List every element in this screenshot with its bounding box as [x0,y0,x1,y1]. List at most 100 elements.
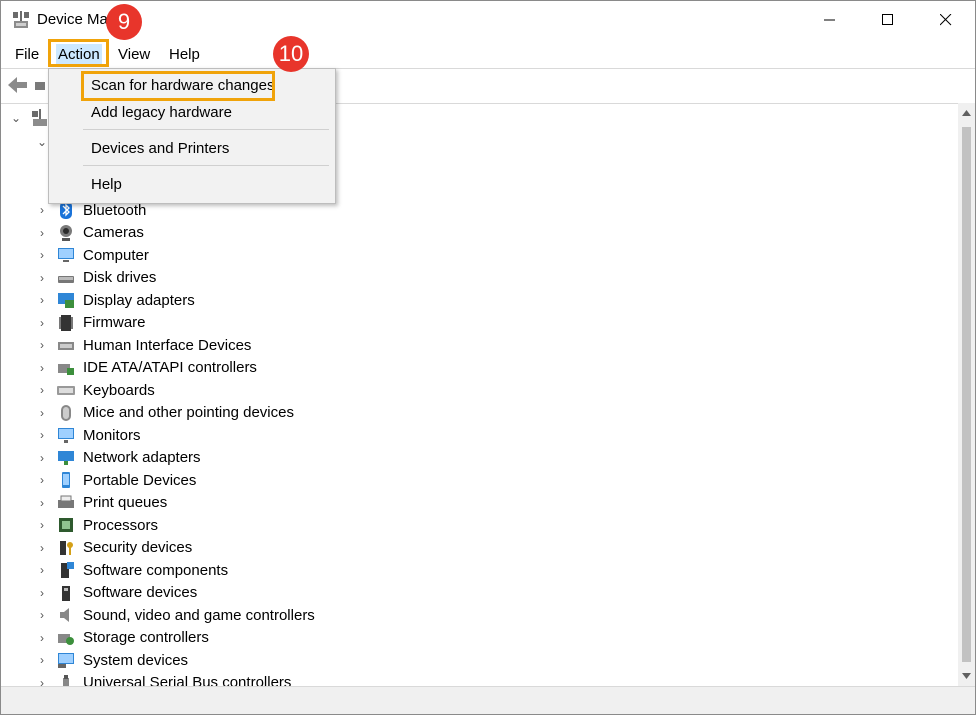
tree-item-ide-ata-atapi-controllers[interactable]: › IDE ATA/ATAPI controllers [37,357,257,379]
software-component-icon [61,562,74,578]
chevron-right-icon[interactable]: › [37,289,47,311]
menu-view[interactable]: View [116,44,152,65]
menu-item-add-legacy-hardware[interactable]: Add legacy hardware [91,101,232,125]
forward-arrow-icon[interactable] [35,82,45,90]
tree-item-monitors[interactable]: › Monitors [37,424,141,446]
tree-item-universal-serial-bus-controllers[interactable]: › Universal Serial Bus controllers [37,672,291,687]
status-bar [1,686,975,714]
tree-item-label: Sound, video and game controllers [83,606,315,624]
chevron-right-icon[interactable]: › [37,334,47,356]
tree-item-label: Software devices [83,584,198,601]
tree-item-label: Keyboards [83,381,155,399]
chevron-right-icon[interactable]: › [37,379,47,401]
tree-item-security-devices[interactable]: › Security devices [37,537,192,559]
security-device-icon [60,540,73,555]
menu-item-devices-printers[interactable]: Devices and Printers [91,137,229,161]
tree-item-label: Monitors [83,426,141,444]
chevron-right-icon[interactable]: › [37,267,47,289]
tree-item-label: Bluetooth [83,201,147,219]
monitor-icon [58,428,74,443]
tree-item-label: Software components [83,561,229,579]
chevron-right-icon[interactable]: › [37,424,47,446]
maximize-button[interactable] [859,1,917,39]
title-bar[interactable]: Device Ma [1,1,975,39]
tree-item-label: Disk drives [83,269,157,286]
menu-help[interactable]: Help [167,44,202,65]
vertical-scrollbar[interactable] [958,103,975,686]
network-adapter-icon [58,450,74,465]
portable-device-icon [62,472,70,488]
speaker-icon [60,608,69,622]
tree-item-software-devices[interactable]: › Software devices [37,582,197,604]
tree-item-sound-video-and-game-controllers[interactable]: › Sound, video and game controllers [37,604,315,626]
chevron-right-icon[interactable]: › [37,492,47,514]
chevron-right-icon[interactable]: › [37,447,47,469]
scroll-down-icon[interactable] [962,672,971,680]
tree-item-display-adapters[interactable]: › Display adapters [37,289,195,311]
chevron-down-icon[interactable]: ⌄ [11,107,21,129]
tree-item-storage-controllers[interactable]: › Storage controllers [37,627,209,649]
tree-item-cameras[interactable]: › Cameras [37,222,144,244]
tree-item-label: Network adapters [83,449,201,466]
tree-item-label: Display adapters [83,291,195,309]
menu-file[interactable]: File [13,44,41,65]
tree-item-network-adapters[interactable]: › Network adapters [37,447,201,469]
tree-item-print-queues[interactable]: › Print queues [37,492,167,514]
chevron-right-icon[interactable]: › [37,649,47,671]
tree-item-label: Human Interface Devices [83,336,252,354]
printer-icon [58,495,74,508]
computer-icon [58,248,74,262]
tree-item-software-components[interactable]: › Software components [37,559,228,581]
scroll-up-icon[interactable] [962,109,971,117]
tree-item-human-interface-devices[interactable]: › Human Interface Devices [37,334,251,356]
tree-item-processors[interactable]: › Processors [37,514,158,536]
chevron-right-icon[interactable]: › [37,222,47,244]
ide-controller-icon [58,363,74,375]
chevron-right-icon[interactable]: › [37,357,47,379]
chevron-right-icon[interactable]: › [37,312,47,334]
disk-drive-icon [58,275,74,283]
tree-item-label: System devices [83,651,189,669]
tree-item-firmware[interactable]: › Firmware [37,312,146,334]
chevron-right-icon[interactable]: › [37,244,47,266]
tree-item-label: Print queues [83,494,168,511]
tree-item-disk-drives[interactable]: › Disk drives [37,267,156,289]
tree-item-system-devices[interactable]: › System devices [37,649,188,671]
step-10-badge: 10 [273,36,309,72]
tree-item-mice-and-other-pointing-devices[interactable]: › Mice and other pointing devices [37,402,294,424]
close-button[interactable] [917,1,975,39]
minimize-button[interactable] [801,1,859,39]
tree-item-portable-devices[interactable]: › Portable Devices [37,469,196,491]
chevron-right-icon[interactable]: › [37,672,47,687]
tree-item-label: Portable Devices [83,471,197,489]
step-9-badge: 9 [106,4,142,40]
chevron-right-icon[interactable]: › [37,199,47,221]
maximize-icon [882,14,893,25]
chevron-right-icon[interactable]: › [37,402,47,424]
scrollbar-thumb[interactable] [962,127,971,662]
chevron-down-icon[interactable]: ⌄ [37,131,47,153]
menu-bar: File Action View Help [1,41,975,67]
chevron-right-icon[interactable]: › [37,627,47,649]
chevron-right-icon[interactable]: › [37,537,47,559]
chevron-right-icon[interactable]: › [37,514,47,536]
tree-item-label: Security devices [83,539,193,556]
menu-separator [83,129,329,130]
system-device-icon [58,653,74,668]
mouse-icon [61,404,71,421]
chevron-right-icon[interactable]: › [37,469,47,491]
computer-root-icon [32,109,47,126]
device-manager-app-icon [13,11,29,28]
back-arrow-icon[interactable] [7,76,29,94]
tree-item-label: Mice and other pointing devices [83,404,294,421]
chevron-right-icon[interactable]: › [37,582,47,604]
processor-icon [59,518,73,532]
menu-item-help[interactable]: Help [91,173,122,197]
close-icon [940,14,952,26]
tree-item-keyboards[interactable]: › Keyboards [37,379,155,401]
software-device-icon [62,585,70,601]
tree-item-label: IDE ATA/ATAPI controllers [83,359,257,376]
chevron-right-icon[interactable]: › [37,604,47,626]
chevron-right-icon[interactable]: › [37,559,47,581]
tree-item-computer[interactable]: › Computer [37,244,149,266]
